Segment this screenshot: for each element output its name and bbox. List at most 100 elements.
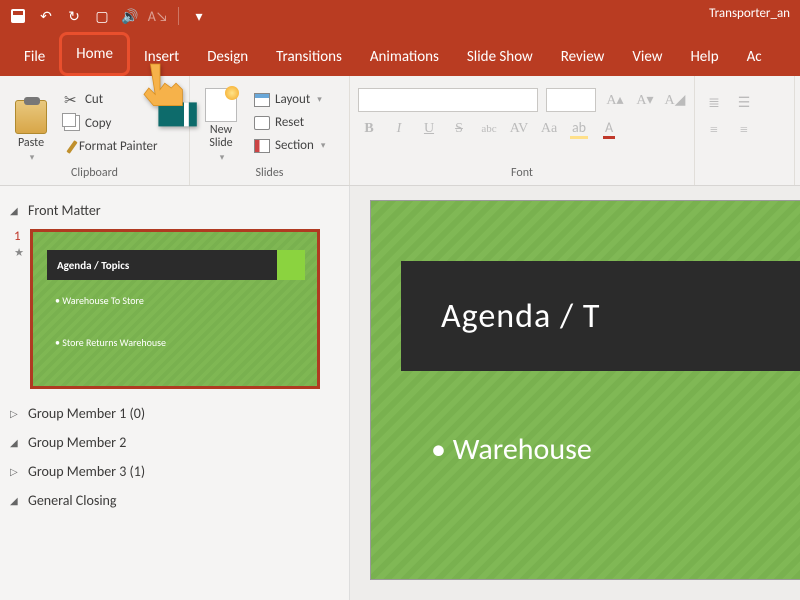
ribbon: Paste▾ ✂Cut Copy Format Painter Clipboar…: [0, 76, 800, 186]
qat-customize-icon[interactable]: ▾: [191, 8, 207, 24]
tab-view[interactable]: View: [618, 38, 676, 76]
slide-bullet-1[interactable]: • Warehouse: [431, 431, 592, 468]
section-front-matter[interactable]: ◢ Front Matter: [6, 196, 343, 225]
section-label: Section: [275, 138, 314, 153]
volume-icon[interactable]: 🔊: [122, 8, 138, 24]
slide-number: 1: [14, 229, 24, 244]
new-slide-button[interactable]: New Slide▾: [198, 82, 244, 163]
layout-label: Layout: [275, 92, 310, 107]
tab-design[interactable]: Design: [193, 38, 262, 76]
tab-animations[interactable]: Animations: [356, 38, 453, 76]
new-slide-icon: [205, 88, 237, 122]
font-size-select[interactable]: [546, 88, 596, 112]
underline-button[interactable]: U: [418, 118, 440, 140]
workspace: ◢ Front Matter 1 ★ Agenda / Topics • Ware…: [0, 186, 800, 600]
format-painter-button[interactable]: Format Painter: [60, 137, 162, 156]
section-icon: [254, 139, 270, 153]
bold-button[interactable]: B: [358, 118, 380, 140]
document-title: Transporter_an: [709, 6, 790, 21]
section-button[interactable]: Section▾: [250, 136, 329, 155]
cut-label: Cut: [85, 92, 103, 107]
slide-title[interactable]: Agenda / T: [401, 261, 800, 371]
strike-button[interactable]: S: [448, 118, 470, 140]
increase-font-icon[interactable]: A▴: [604, 89, 626, 111]
animation-indicator-icon: ★: [14, 246, 24, 259]
section-general-closing[interactable]: ◢ General Closing: [6, 486, 343, 515]
section-label: Group Member 1 (0): [28, 405, 145, 422]
slide-thumbnail-row: 1 ★ Agenda / Topics • Warehouse To Store…: [6, 225, 343, 399]
tab-slideshow[interactable]: Slide Show: [453, 38, 547, 76]
thumb-title: Agenda / Topics: [47, 250, 277, 280]
new-slide-label: New Slide: [209, 124, 232, 150]
collapse-icon: ◢: [10, 436, 22, 449]
ribbon-tabs: File Home Insert Design Transitions Anim…: [0, 32, 800, 76]
tab-help[interactable]: Help: [676, 38, 732, 76]
title-bar: ↶ ↻ ▢ 🔊 A↘ ▾ Transporter_an: [0, 0, 800, 32]
tab-insert[interactable]: Insert: [130, 38, 193, 76]
cut-button[interactable]: ✂ Cut: [60, 89, 162, 109]
font-color-button[interactable]: A: [598, 118, 620, 140]
format-painter-label: Format Painter: [79, 139, 158, 154]
copy-icon: [64, 115, 80, 131]
copy-label: Copy: [85, 116, 111, 131]
paste-label: Paste: [18, 136, 44, 150]
qat-separator: [178, 7, 179, 25]
char-spacing-button[interactable]: AV: [508, 118, 530, 140]
slide-thumbnail-1[interactable]: Agenda / Topics • Warehouse To Store • S…: [30, 229, 320, 389]
clear-formatting-qat-icon[interactable]: A↘: [150, 8, 166, 24]
tab-acrobat[interactable]: Ac: [733, 38, 776, 76]
start-from-beginning-icon[interactable]: ▢: [94, 8, 110, 24]
tab-transitions[interactable]: Transitions: [262, 38, 356, 76]
reset-button[interactable]: Reset: [250, 113, 329, 132]
group-paragraph-label: [703, 177, 786, 183]
quick-access-toolbar: ↶ ↻ ▢ 🔊 A↘ ▾: [0, 7, 207, 25]
group-font-label: Font: [358, 163, 686, 183]
section-label: Front Matter: [28, 202, 101, 219]
copy-button[interactable]: Copy: [60, 113, 162, 133]
tab-review[interactable]: Review: [547, 38, 619, 76]
reset-icon: [254, 116, 270, 130]
thumb-bullet-2: • Store Returns Warehouse: [55, 336, 166, 349]
save-icon[interactable]: [10, 8, 26, 24]
group-paragraph: ≣ ☰ ≡ ≡: [695, 76, 795, 185]
thumb-bullet-1: • Warehouse To Store: [55, 294, 144, 307]
reset-label: Reset: [275, 115, 304, 130]
font-family-select[interactable]: [358, 88, 538, 112]
shadow-button[interactable]: abc: [478, 118, 500, 140]
section-label: General Closing: [28, 492, 117, 509]
cut-icon: ✂: [64, 91, 80, 107]
expand-icon: ▷: [10, 465, 22, 478]
section-group-member-1[interactable]: ▷ Group Member 1 (0): [6, 399, 343, 428]
layout-button[interactable]: Layout▾: [250, 90, 329, 109]
group-font: A▴ A▾ A◢ B I U S abc AV Aa ab A Font: [350, 76, 695, 185]
section-label: Group Member 3 (1): [28, 463, 145, 480]
align-center-icon[interactable]: ≡: [733, 120, 755, 142]
tab-file[interactable]: File: [10, 38, 59, 76]
paste-icon: [15, 100, 47, 134]
clear-formatting-icon[interactable]: A◢: [664, 89, 686, 111]
section-group-member-3[interactable]: ▷ Group Member 3 (1): [6, 457, 343, 486]
undo-icon[interactable]: ↶: [38, 8, 54, 24]
section-group-member-2[interactable]: ◢ Group Member 2: [6, 428, 343, 457]
collapse-icon: ◢: [10, 494, 22, 507]
format-painter-icon: [66, 140, 77, 154]
numbering-icon[interactable]: ☰: [733, 92, 755, 114]
slide-preview[interactable]: Agenda / T • Warehouse: [370, 200, 800, 580]
bullets-icon[interactable]: ≣: [703, 92, 725, 114]
change-case-button[interactable]: Aa: [538, 118, 560, 140]
paste-button[interactable]: Paste▾: [8, 82, 54, 163]
redo-icon[interactable]: ↻: [66, 8, 82, 24]
collapse-icon: ◢: [10, 204, 22, 217]
decrease-font-icon[interactable]: A▾: [634, 89, 656, 111]
thumb-accent: [277, 250, 305, 280]
italic-button[interactable]: I: [388, 118, 410, 140]
outline-pane[interactable]: ◢ Front Matter 1 ★ Agenda / Topics • Ware…: [0, 186, 350, 600]
section-label: Group Member 2: [28, 434, 126, 451]
tab-home[interactable]: Home: [59, 32, 130, 76]
slide-canvas-area[interactable]: Agenda / T • Warehouse: [350, 186, 800, 600]
highlight-button[interactable]: ab: [568, 118, 590, 140]
layout-icon: [254, 93, 270, 107]
group-slides: New Slide▾ Layout▾ Reset Section▾ Slides: [190, 76, 350, 185]
align-left-icon[interactable]: ≡: [703, 120, 725, 142]
expand-icon: ▷: [10, 407, 22, 420]
